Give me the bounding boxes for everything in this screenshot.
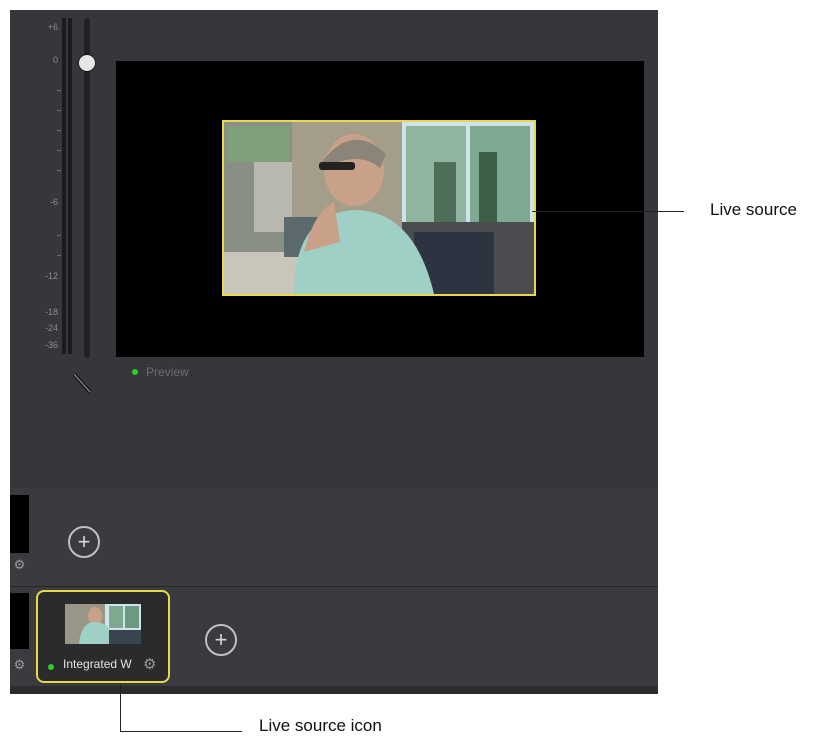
volume-slider-handle[interactable] (79, 55, 95, 71)
source-thumbnail-image (65, 604, 141, 644)
gear-icon[interactable]: ⚙ (10, 656, 29, 674)
meter-tick-label: -18 (44, 307, 58, 317)
preview-canvas[interactable] (116, 61, 644, 357)
app-screenshot: +6 0 -6 -12 -18 -24 -36 Preview ⚙ ⚙ + In… (10, 10, 658, 694)
live-source-tile[interactable]: Integrated W ⚙ (36, 590, 170, 683)
scene-track-1 (10, 488, 658, 586)
partial-source-thumbnail[interactable] (10, 495, 29, 553)
meter-tick (57, 170, 61, 171)
gear-icon[interactable]: ⚙ (10, 556, 29, 574)
meter-tick (57, 150, 61, 151)
audio-meter-panel: +6 0 -6 -12 -18 -24 -36 (10, 10, 115, 488)
live-source-callout-line (532, 211, 684, 212)
meter-tick (57, 110, 61, 111)
live-source-callout-label: Live source (710, 200, 797, 219)
add-source-button[interactable]: + (205, 624, 237, 656)
live-indicator-dot (48, 664, 54, 670)
preview-label: Preview (146, 365, 189, 379)
partial-source-thumbnail[interactable] (10, 593, 29, 649)
webcam-image (224, 122, 534, 294)
meter-tick (57, 130, 61, 131)
add-source-button[interactable]: + (68, 526, 100, 558)
meter-tick-label: +6 (47, 22, 58, 32)
add-icon: + (77, 529, 91, 554)
preview-status: Preview (132, 365, 189, 379)
live-source-icon-callout-line-vertical (120, 684, 121, 732)
mute-slash-icon[interactable] (68, 370, 96, 398)
meter-tick-label: 0 (52, 55, 58, 65)
meter-tick-label: -12 (44, 271, 58, 281)
meter-tick (57, 255, 61, 256)
source-tile-label: Integrated W (63, 657, 132, 671)
audio-meter-right (68, 18, 72, 354)
live-source-icon-callout-line (120, 731, 242, 732)
add-icon: + (214, 627, 228, 652)
meter-tick (57, 235, 61, 236)
audio-meter-left (62, 18, 66, 354)
track-scroll-region (10, 686, 658, 694)
source-thumbnail (65, 604, 141, 644)
live-source-icon-callout-label: Live source icon (259, 716, 382, 735)
gear-icon[interactable]: ⚙ (143, 655, 156, 673)
meter-tick (57, 90, 61, 91)
live-source-frame[interactable] (222, 120, 536, 296)
meter-tick-label: -24 (44, 323, 58, 333)
meter-tick-label: -36 (44, 340, 58, 350)
live-indicator-dot (132, 369, 138, 375)
meter-tick-label: -6 (49, 197, 58, 207)
